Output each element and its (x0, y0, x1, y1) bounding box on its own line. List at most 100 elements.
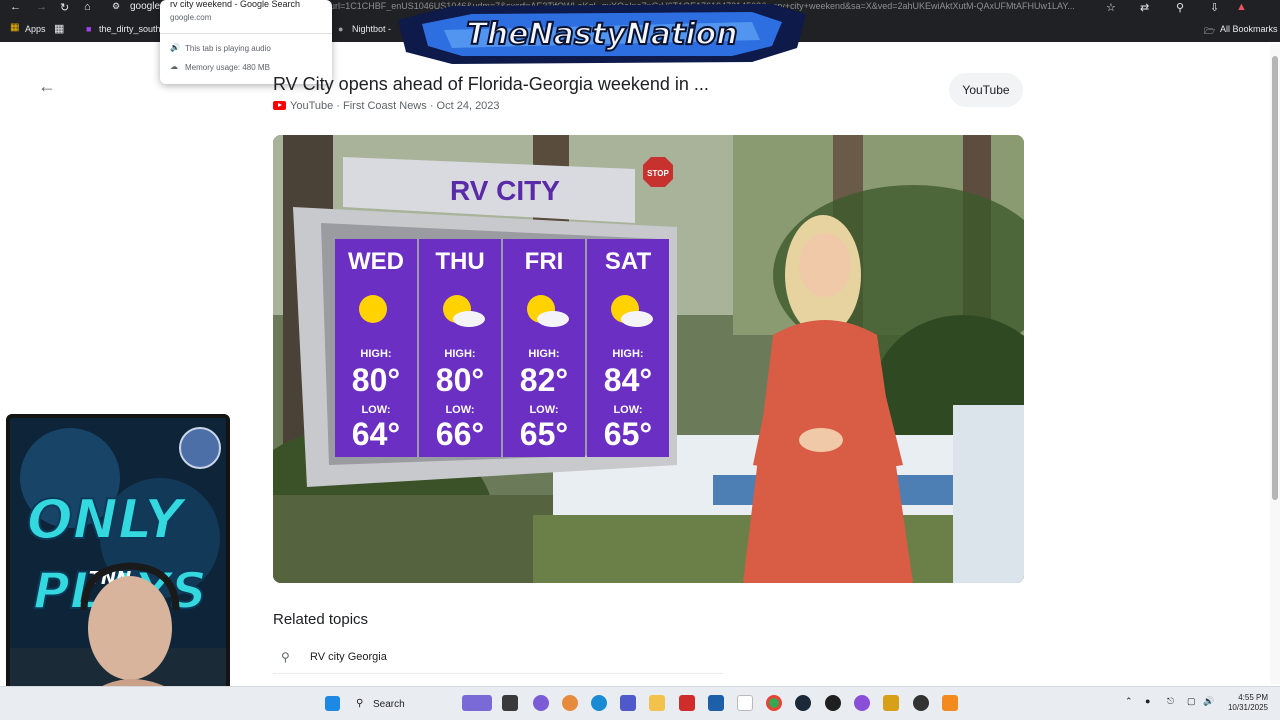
cloud-icon (453, 311, 485, 327)
forecast-high-label: HIGH: (612, 348, 643, 360)
banner-text: TheNastyNation (466, 17, 737, 52)
edge-icon[interactable] (591, 695, 607, 711)
clock-date: 10/31/2025 (1227, 703, 1268, 712)
forecast-high: 82° (520, 362, 568, 398)
related-topics-heading: Related topics (273, 611, 369, 628)
result-title[interactable]: RV City opens ahead of Florida-Georgia w… (273, 74, 709, 95)
task-view-icon[interactable] (502, 695, 518, 711)
app-icon-2[interactable] (679, 695, 695, 711)
forecast-day: SAT (605, 248, 652, 275)
chrome-icon[interactable] (766, 695, 782, 711)
volume-icon[interactable]: 🔊 (1203, 696, 1214, 707)
system-clock[interactable]: 4:55 PM 10/31/2025 (1220, 693, 1268, 713)
tray-app-icon[interactable]: ● (1145, 696, 1150, 706)
video-player[interactable]: STOP RV CITY WED HIGH: 80° LOW: 64° THU HIGH: 8… (273, 135, 1024, 583)
forecast-high-label: HIGH: (360, 348, 391, 360)
forecast-high-label: HIGH: (528, 348, 559, 360)
back-arrow-icon[interactable]: ← (38, 76, 56, 97)
cloud-icon (621, 311, 653, 327)
extensions-icon[interactable]: ⇄ (1140, 1, 1149, 14)
grid-icon[interactable]: ▦ (54, 22, 64, 35)
all-bookmarks[interactable]: All Bookmarks (1220, 24, 1278, 34)
apps-grid-icon[interactable]: ▦ (10, 22, 19, 33)
result-date: Oct 24, 2023 (436, 100, 500, 112)
tooltip-memory: Memory usage: 480 MB (185, 63, 270, 72)
tooltip-domain: google.com (170, 13, 212, 22)
youtube-icon (273, 101, 286, 110)
stream-logo-banner: TheNastyNation (398, 4, 806, 64)
mic-icon[interactable]: ⎋ (1167, 696, 1174, 707)
result-channel: First Coast News (343, 100, 427, 112)
windows-start-icon[interactable] (325, 696, 340, 711)
sign-title: RV CITY (450, 175, 560, 206)
folder-icon: 🗁 (1204, 26, 1216, 36)
cloud-icon (537, 311, 569, 327)
scrollbar-thumb[interactable] (1272, 56, 1278, 500)
forecast-high: 80° (436, 362, 484, 398)
related-topic-item[interactable]: ⚲ RV city Georgia (273, 642, 723, 674)
taskbar-search-label: Search (373, 699, 405, 710)
site-info-icon[interactable]: ⚙ (112, 1, 120, 12)
tooltip-title: rv city weekend - Google Search (170, 0, 301, 9)
file-explorer-icon[interactable] (649, 695, 665, 711)
webcam-frame: ONLY PLAYS TNN (10, 418, 226, 710)
forecast-low-label: LOW: (445, 404, 474, 416)
result-meta: YouTube · First Coast News · Oct 24, 202… (273, 100, 500, 112)
notepad-icon[interactable] (737, 695, 753, 711)
forecast-high: 84° (604, 362, 652, 398)
taskbar-search[interactable]: ⚲ Search (350, 694, 470, 714)
video-frame: STOP RV CITY WEDHIGH:80°LOW:64°THUHIGH:8… (273, 135, 1024, 583)
app-icon-4[interactable] (854, 695, 870, 711)
nightbot-icon: ● (338, 24, 344, 34)
bookmark-nightbot[interactable]: Nightbot - (352, 24, 391, 34)
clock-time: 4:55 PM (1238, 693, 1268, 702)
app-icon-1[interactable] (562, 695, 578, 711)
forecast-high: 80° (352, 362, 400, 398)
forward-icon[interactable]: → (36, 1, 47, 13)
result-source: YouTube (290, 100, 334, 112)
tray-chevron-icon[interactable]: ⌃ (1125, 696, 1133, 707)
taskbar-search-icon: ⚲ (356, 698, 364, 709)
forecast-low: 66° (436, 416, 484, 452)
forecast-low: 65° (604, 416, 652, 452)
profile-icon[interactable]: ▲ (1236, 1, 1247, 13)
tab-title[interactable]: google (130, 1, 160, 12)
audio-icon: 🔊 (170, 43, 180, 52)
forecast-day: WED (348, 248, 404, 275)
forecast-day: FRI (525, 248, 564, 275)
app-icon-6[interactable] (942, 695, 958, 711)
stop-sign-text: STOP (647, 169, 669, 178)
tooltip-divider (160, 33, 332, 34)
webcam-text-only: ONLY (27, 488, 188, 551)
network-icon[interactable]: ▢ (1187, 696, 1196, 707)
back-icon[interactable]: ← (10, 1, 21, 13)
bookmark-favicon-icon: ■ (86, 24, 92, 34)
store-icon[interactable] (708, 695, 724, 711)
bookmark-star-icon[interactable]: ☆ (1106, 1, 1116, 14)
obs-icon[interactable] (913, 695, 929, 711)
steam-icon[interactable] (795, 695, 811, 711)
tab-hover-card: rv city weekend - Google Search google.c… (160, 0, 332, 84)
taskbar: ⚲ Search ⌃ ● ⎋ ▢ 🔊 4:55 PM 10/31/2025 (0, 686, 1280, 720)
forecast-day: THU (435, 248, 484, 275)
memory-icon: ☁ (170, 62, 178, 71)
widgets-icon[interactable] (462, 695, 492, 711)
forecast-low-label: LOW: (361, 404, 390, 416)
home-icon[interactable]: ⌂ (84, 1, 91, 13)
forecast-low-label: LOW: (613, 404, 642, 416)
search-lens-icon[interactable]: ⚲ (1176, 1, 1184, 14)
forecast-low: 65° (520, 416, 568, 452)
bookmark-apps[interactable]: Apps (25, 24, 46, 34)
copilot-icon[interactable] (533, 695, 549, 711)
tooltip-audio: This tab is playing audio (185, 44, 271, 53)
app-icon-3[interactable] (825, 695, 841, 711)
download-icon[interactable]: ⇩ (1210, 1, 1219, 14)
forecast-high-label: HIGH: (444, 348, 475, 360)
channel-badge-icon (179, 427, 221, 469)
teams-icon[interactable] (620, 695, 636, 711)
related-topic-label: RV city Georgia (310, 651, 387, 663)
webcam-overlay: ONLY PLAYS TNN (6, 414, 230, 714)
reload-icon[interactable]: ↻ (60, 1, 69, 14)
app-icon-5[interactable] (883, 695, 899, 711)
youtube-button[interactable]: YouTube (949, 73, 1023, 107)
